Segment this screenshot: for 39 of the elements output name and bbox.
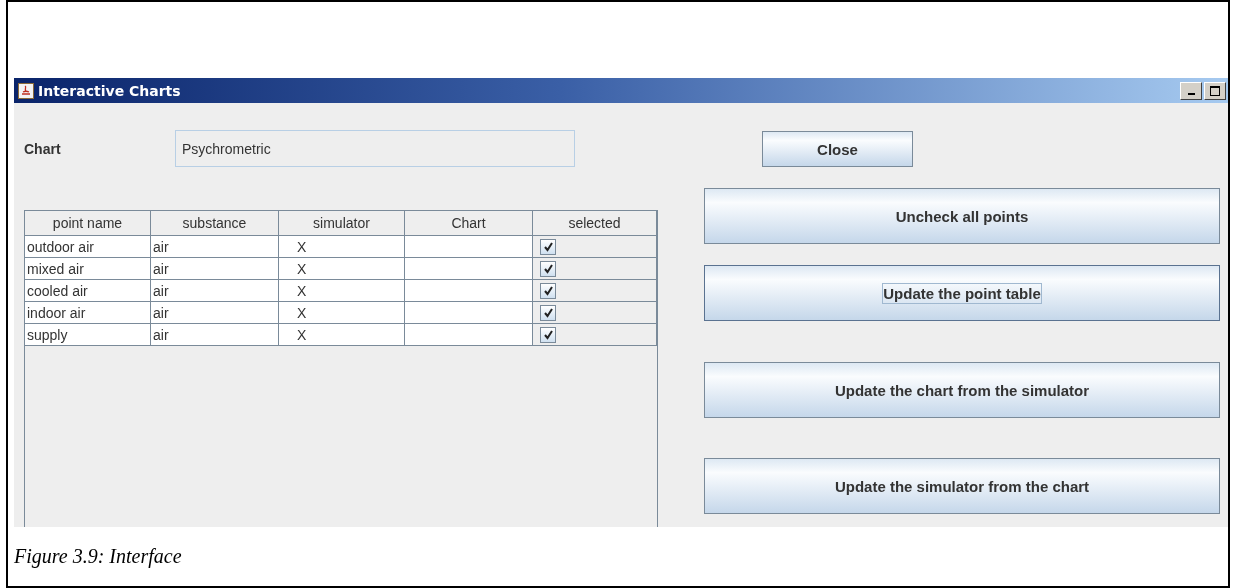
table-cell: X — [279, 236, 405, 258]
column-header[interactable]: selected — [533, 211, 657, 236]
table-cell: X — [279, 280, 405, 302]
checkbox[interactable] — [540, 304, 556, 321]
table-cell: air — [151, 324, 279, 346]
column-header[interactable]: Chart — [405, 211, 533, 236]
table-cell: air — [151, 280, 279, 302]
action-button[interactable]: Close — [762, 131, 913, 167]
column-header[interactable]: substance — [151, 211, 279, 236]
maximize-button[interactable] — [1204, 81, 1226, 100]
checkbox[interactable] — [540, 326, 556, 343]
action-button[interactable]: Update the simulator from the chart — [704, 458, 1220, 514]
maximize-icon — [1210, 85, 1220, 96]
table-cell: X — [279, 258, 405, 280]
app-icon — [18, 82, 34, 99]
chart-field[interactable]: Psychrometric — [175, 130, 575, 167]
table-cell: supply — [25, 324, 151, 346]
column-header[interactable]: simulator — [279, 211, 405, 236]
checkbox[interactable] — [540, 238, 556, 255]
field-label: Chart — [24, 140, 62, 157]
table-cell: air — [151, 302, 279, 324]
minimize-icon — [1187, 92, 1195, 95]
window-title: Interactive Charts — [38, 82, 181, 99]
minimize-button[interactable] — [1180, 81, 1202, 100]
action-button[interactable]: Update the point table — [704, 265, 1220, 321]
table-cell: air — [151, 258, 279, 280]
table-cell: indoor air — [25, 302, 151, 324]
action-button[interactable]: Uncheck all points — [704, 188, 1220, 244]
table-cell: cooled air — [25, 280, 151, 302]
table-cell: air — [151, 236, 279, 258]
checkbox[interactable] — [540, 260, 556, 277]
table-cell: X — [279, 302, 405, 324]
table-cell: outdoor air — [25, 236, 151, 258]
figure-caption: Figure 3.9: Interface — [14, 545, 183, 568]
checkbox[interactable] — [540, 282, 556, 299]
table-cell: mixed air — [25, 258, 151, 280]
action-button[interactable]: Update the chart from the simulator — [704, 362, 1220, 418]
table-cell: X — [279, 324, 405, 346]
column-header[interactable]: point name — [25, 211, 151, 236]
